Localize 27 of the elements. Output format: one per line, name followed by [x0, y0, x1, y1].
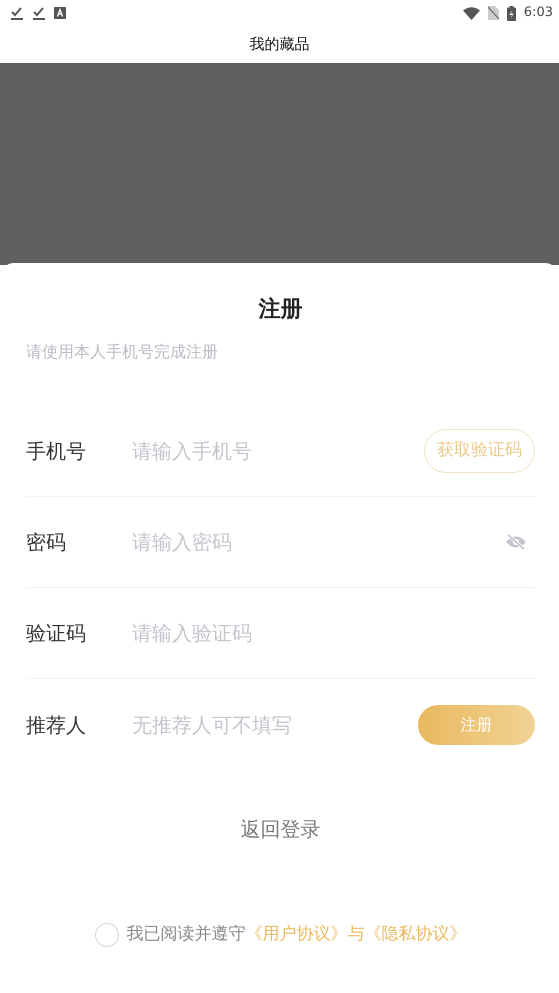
input-field[interactable]: 无推荐人可不填写: [130, 708, 418, 740]
input-field[interactable]: 请输入验证码: [130, 617, 535, 649]
check-icon: [32, 6, 46, 20]
user-agreement-link[interactable]: 《用户协议》: [246, 922, 348, 948]
wifi-icon: [462, 6, 480, 20]
back-to-login-link[interactable]: 返回登录: [240, 817, 320, 841]
check-icon: [10, 6, 24, 20]
battery-icon: [506, 6, 516, 20]
field-label: 手机号: [26, 438, 87, 465]
letter-square-icon: [54, 7, 66, 19]
field-label: 密码: [26, 529, 67, 556]
page-title: 我的藏品: [250, 34, 310, 56]
field-label: 验证码: [26, 620, 87, 647]
no-sim-icon: [488, 6, 499, 20]
status-time: 6:03: [524, 4, 553, 22]
field-label: 推荐人: [26, 712, 87, 738]
input-field[interactable]: 请输入密码: [130, 526, 505, 558]
register-button[interactable]: 注册: [418, 704, 535, 744]
agreement-text: 我已阅读并遵守: [126, 923, 246, 946]
privacy-agreement-link[interactable]: 《隐私协议》: [364, 922, 466, 948]
input-field[interactable]: 请输入手机号: [130, 435, 424, 467]
agreement-joiner: 与: [348, 923, 364, 946]
sheet-title: 注册: [258, 296, 302, 324]
eye-slash-icon[interactable]: [505, 534, 527, 550]
agree-checkbox[interactable]: [94, 922, 118, 947]
sheet-subtitle: 请使用本人手机号完成注册: [26, 341, 218, 363]
get-code-button[interactable]: 获取验证码: [424, 429, 535, 473]
